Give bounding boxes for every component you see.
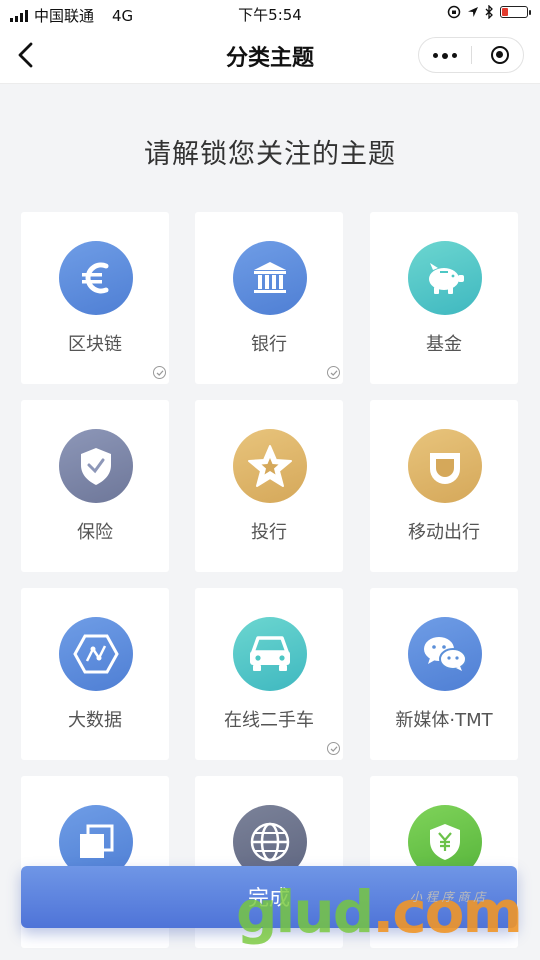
topic-label: 保险 [77,522,113,543]
nav-bar: 分类主题 [0,28,540,84]
page-heading: 请解锁您关注的主题 [144,139,396,170]
topic-card-new-media[interactable]: 新媒体·TMT [370,588,518,760]
watermark-caption: 小 程 序 商 店 [410,890,486,904]
topic-card-insurance[interactable]: 保险 [21,400,169,572]
car-icon [233,617,307,691]
topic-label: 银行 [251,334,287,355]
topic-card-blockchain[interactable]: 区块链 [21,212,169,384]
location-icon [468,7,478,17]
topic-label: 投行 [251,522,287,543]
topic-card-investment-bank[interactable]: 投行 [195,400,343,572]
topic-label: 基金 [426,334,462,355]
hexagon-chart-icon [59,617,133,691]
topic-label: 大数据 [68,710,122,731]
mini-program-capsule [418,37,524,73]
wechat-icon [408,617,482,691]
euro-icon [59,241,133,315]
bank-icon [233,241,307,315]
topic-label: 区块链 [68,334,122,355]
star-icon [233,429,307,503]
topic-label: 在线二手车 [224,710,314,731]
checked-icon [327,366,340,379]
status-bar: 中国联通 4G 下午5:54 [0,0,540,28]
topic-card-used-car[interactable]: 在线二手车 [195,588,343,760]
topic-card-bank[interactable]: 银行 [195,212,343,384]
didi-icon [408,429,482,503]
topic-label: 新媒体·TMT [395,710,493,731]
shield-icon [59,429,133,503]
orientation-lock-icon [447,5,461,19]
bluetooth-icon [485,5,493,19]
topic-card-mobility[interactable]: 移动出行 [370,400,518,572]
topic-card-big-data[interactable]: 大数据 [21,588,169,760]
close-mini-program-icon[interactable] [491,46,509,64]
battery-icon [500,6,531,18]
piggy-bank-icon [408,241,482,315]
capsule-divider [471,46,472,64]
checked-icon [153,366,166,379]
more-icon[interactable] [433,52,457,59]
watermark-main: glud [236,878,374,946]
topic-card-fund[interactable]: 基金 [370,212,518,384]
checked-icon [327,742,340,755]
status-right [447,5,531,19]
topic-label: 移动出行 [408,522,480,543]
